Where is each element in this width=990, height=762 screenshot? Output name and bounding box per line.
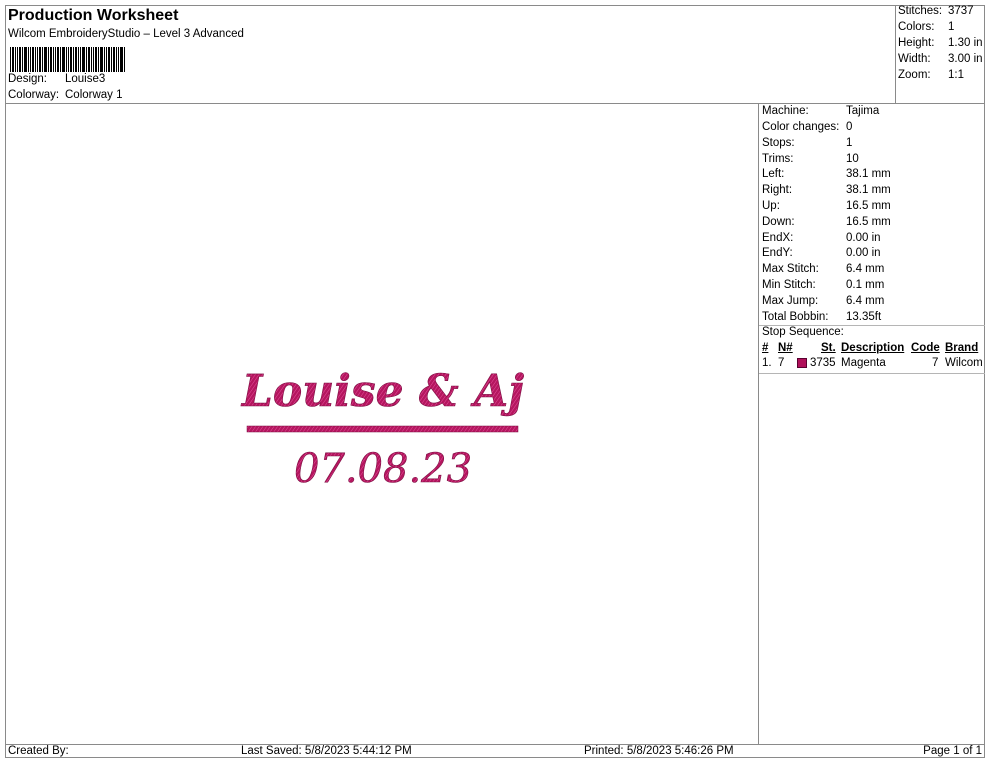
row-code: 7 [932, 357, 939, 369]
summary-value: 1.30 in [948, 37, 983, 49]
summary-panel: Stitches: 3737 Colors: 1 Height: 1.30 in Wi… [896, 5, 985, 104]
design-label: Design: [8, 73, 47, 85]
info-row: Max Stitch: 6.4 mm [762, 263, 884, 275]
info-row: Trims: 10 [762, 153, 859, 165]
info-row: Up: 16.5 mm [762, 200, 891, 212]
summary-row: Colors: 1 [898, 21, 954, 33]
info-label: Max Stitch: [762, 263, 819, 275]
info-label: Trims: [762, 153, 794, 165]
summary-label: Zoom: [898, 69, 931, 81]
info-label: EndY: [762, 247, 793, 259]
page-title: Production Worksheet [8, 7, 179, 24]
info-label: Left: [762, 168, 785, 180]
summary-row: Stitches: 3737 [898, 5, 974, 17]
colorway-row: Colorway: Colorway 1 [8, 89, 123, 101]
stop-sequence-header: # N# St. Description Code Brand [759, 342, 985, 357]
info-row: Total Bobbin: 13.35ft [762, 311, 881, 323]
info-row: Min Stitch: 0.1 mm [762, 279, 884, 291]
summary-value: 1:1 [948, 69, 964, 81]
color-swatch [797, 358, 807, 368]
info-value: 13.35ft [846, 311, 882, 323]
col-code-header: Code [911, 342, 940, 354]
info-row: Max Jump: 6.4 mm [762, 295, 884, 307]
last-saved: Last Saved: 5/8/2023 5:44:12 PM [241, 745, 412, 757]
info-row: Machine: Tajima [762, 105, 879, 117]
info-row: Down: 16.5 mm [762, 216, 891, 228]
info-value: 0.00 in [846, 232, 881, 244]
design-name-text: Louise & Aj [240, 366, 524, 417]
design-value: Louise3 [65, 73, 106, 85]
col-description-header: Description [841, 342, 905, 354]
info-label: EndX: [762, 232, 794, 244]
info-label: Color changes: [762, 121, 840, 133]
col-needle-header: N# [778, 342, 793, 354]
summary-label: Colors: [898, 21, 935, 33]
stop-sequence-title: Stop Sequence: [762, 326, 844, 338]
info-label: Max Jump: [762, 295, 819, 307]
col-stitches-header: St. [821, 342, 836, 354]
info-row: EndX: 0.00 in [762, 232, 881, 244]
barcode-graphic [10, 47, 125, 72]
info-value: 16.5 mm [846, 216, 891, 228]
page-number: Page 1 of 1 [923, 745, 982, 757]
worksheet-header: Production Worksheet Wilcom EmbroiderySt… [5, 5, 896, 104]
info-label: Machine: [762, 105, 809, 117]
info-value: 0.00 in [846, 247, 881, 259]
embroidery-design: Louise & Aj 07.08.23 [240, 366, 525, 493]
info-row: Right: 38.1 mm [762, 184, 891, 196]
info-value: 1 [846, 137, 853, 149]
col-brand-header: Brand [945, 342, 979, 354]
info-label: Up: [762, 200, 780, 212]
info-value: Tajima [846, 105, 880, 117]
info-label: Min Stitch: [762, 279, 816, 291]
info-label: Down: [762, 216, 795, 228]
design-date-text: 07.08.23 [294, 446, 472, 492]
info-label: Stops: [762, 137, 795, 149]
info-row: Color changes: 0 [762, 121, 852, 133]
row-needle: 7 [778, 357, 785, 369]
info-row: Stops: 1 [762, 137, 852, 149]
info-value: 10 [846, 153, 859, 165]
summary-value: 1 [948, 21, 955, 33]
summary-label: Height: [898, 37, 935, 49]
summary-label: Width: [898, 53, 931, 65]
design-row: Design: Louise3 [8, 73, 105, 85]
info-value: 16.5 mm [846, 200, 891, 212]
summary-row: Height: 1.30 in [898, 37, 983, 49]
summary-row: Zoom: 1:1 [898, 69, 964, 81]
printed-date: Printed: 5/8/2023 5:46:26 PM [584, 745, 734, 757]
row-stitches: 3735 [810, 357, 836, 369]
info-label: Right: [762, 184, 793, 196]
stop-sequence-row: 1. 7 3735 Magenta 7 Wilcom [759, 357, 985, 372]
summary-label: Stitches: [898, 5, 943, 17]
created-by: Created By: [8, 745, 69, 757]
info-value: 0 [846, 121, 853, 133]
summary-value: 3.00 in [948, 53, 983, 65]
design-preview: Louise & Aj 07.08.23 [5, 104, 759, 744]
row-num: 1. [762, 357, 772, 369]
row-brand: Wilcom [945, 357, 983, 369]
colorway-label: Colorway: [8, 89, 60, 101]
barcode-icon [10, 47, 126, 72]
info-value: 38.1 mm [846, 184, 891, 196]
info-value: 6.4 mm [846, 263, 885, 275]
software-subtitle: Wilcom EmbroideryStudio – Level 3 Advanc… [8, 28, 244, 40]
colorway-value: Colorway 1 [65, 89, 123, 101]
info-row: EndY: 0.00 in [762, 247, 881, 259]
info-row: Left: 38.1 mm [762, 168, 891, 180]
worksheet-footer: Created By: Last Saved: 5/8/2023 5:44:12… [5, 744, 985, 758]
col-num-header: # [762, 342, 769, 354]
design-divider-line [246, 425, 519, 433]
section-divider [759, 373, 985, 374]
summary-value: 3737 [948, 5, 974, 17]
info-value: 38.1 mm [846, 168, 891, 180]
row-description: Magenta [841, 357, 886, 369]
info-label: Total Bobbin: [762, 311, 829, 323]
summary-row: Width: 3.00 in [898, 53, 983, 65]
info-value: 6.4 mm [846, 295, 885, 307]
info-value: 0.1 mm [846, 279, 885, 291]
